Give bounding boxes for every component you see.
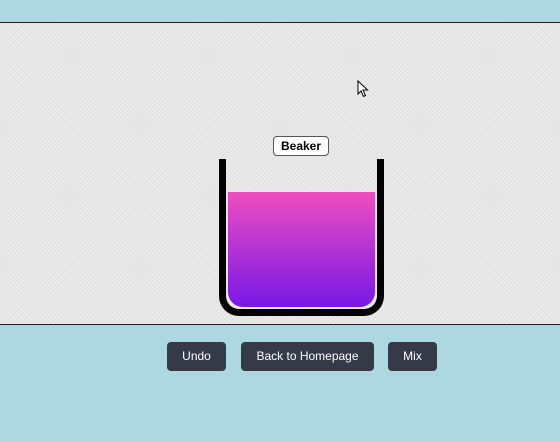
controls-bar: Undo Back to Homepage Mix [0, 325, 560, 442]
back-to-homepage-button[interactable]: Back to Homepage [241, 342, 374, 371]
beaker-label: Beaker [273, 136, 329, 156]
beaker-liquid [228, 192, 375, 307]
undo-button[interactable]: Undo [167, 342, 226, 371]
beaker[interactable] [219, 159, 384, 316]
mixing-stage: Beaker [0, 23, 560, 325]
mouse-pointer-icon [357, 80, 369, 98]
mix-button[interactable]: Mix [388, 342, 437, 371]
top-strip [0, 0, 560, 23]
